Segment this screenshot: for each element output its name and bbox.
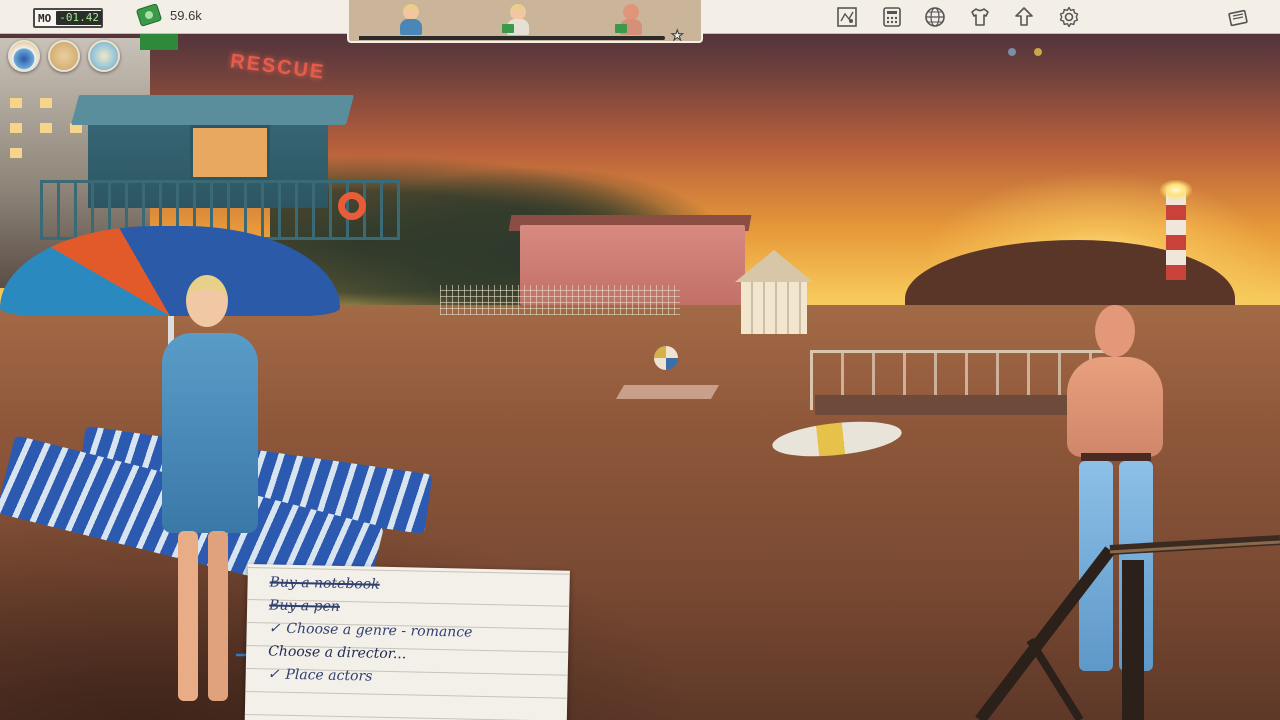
cash-badge-icon	[502, 24, 514, 33]
lifebuoy	[338, 192, 366, 220]
pin-icon[interactable]	[1034, 48, 1042, 56]
beach-ball[interactable]	[654, 346, 678, 370]
star-icon: ★	[671, 28, 685, 45]
sea-location-icon[interactable]	[88, 40, 120, 72]
globe-icon[interactable]	[923, 5, 947, 29]
cast-portrait-head	[403, 4, 419, 20]
money-value: 59.6k	[170, 7, 202, 23]
upload-arrow-icon[interactable]	[1012, 5, 1036, 29]
gazebo[interactable]	[735, 250, 813, 340]
money-display[interactable]: 59.6k	[135, 3, 202, 27]
month-label: MO	[38, 11, 52, 25]
beach-location-icon[interactable]	[8, 40, 40, 72]
green-flag	[140, 32, 178, 50]
cast-slot-actor[interactable]	[615, 2, 647, 36]
task-item: ✓ Place actors	[267, 666, 373, 685]
cast-slot-actress-two[interactable]	[502, 2, 534, 36]
settings-gear-icon[interactable]	[1057, 5, 1081, 29]
volleyball-net	[440, 285, 680, 315]
cast-slot-actress-one[interactable]	[395, 2, 427, 36]
beach-scene: RESCUE	[0, 0, 1280, 720]
month-value: -01.42	[56, 11, 102, 25]
tshirt-icon[interactable]	[968, 5, 992, 29]
pin-icon[interactable]	[1008, 48, 1016, 56]
sand-location-icon[interactable]	[48, 40, 80, 72]
cast-progress-bar	[359, 36, 665, 40]
checkmark-icon: ✓	[267, 666, 280, 683]
task-notepad[interactable]: Buy a notebook Buy a pen ✓ Choose a genre…	[244, 564, 570, 720]
lifeguard-roof	[70, 95, 355, 125]
cash-badge-icon	[615, 24, 627, 33]
task-item: Buy a notebook	[269, 574, 380, 593]
foreground-railing	[975, 535, 1280, 720]
task-item-current: Choose a director...	[268, 643, 407, 663]
lighthouse	[1160, 180, 1192, 280]
task-item: Buy a pen	[268, 597, 341, 615]
month-counter[interactable]: MO -01.42	[33, 8, 103, 28]
beach-towel	[615, 385, 720, 399]
calculator-icon[interactable]	[880, 5, 904, 29]
checkmark-icon: ✓	[268, 620, 281, 637]
task-item: ✓ Choose a genre - romance	[268, 620, 473, 641]
hotspot-pins	[1004, 44, 1048, 64]
cast-panel: ★	[347, 0, 703, 45]
notes-icon[interactable]	[1226, 5, 1250, 29]
lifeguard-window	[190, 125, 270, 180]
cash-icon	[135, 3, 163, 27]
map-icon[interactable]	[835, 5, 859, 29]
